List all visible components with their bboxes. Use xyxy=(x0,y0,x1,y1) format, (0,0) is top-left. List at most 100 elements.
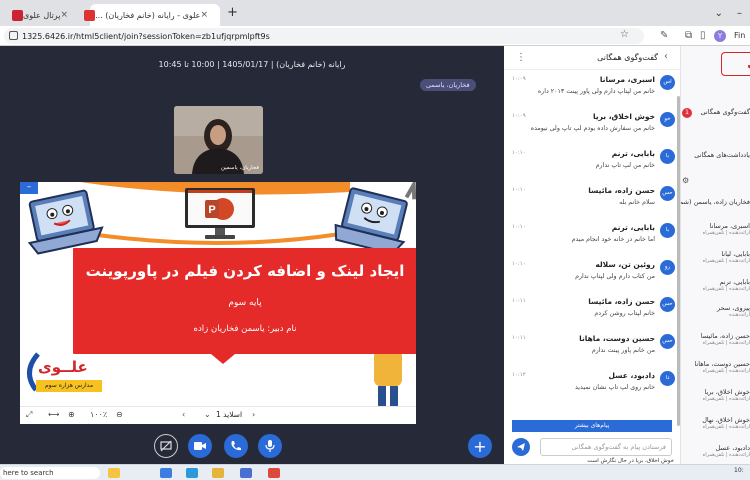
extensions-icon[interactable]: ✎ xyxy=(660,30,668,41)
side-panel-icon[interactable]: ▯ xyxy=(700,30,706,41)
user-item[interactable]: حسین دوست، ماهانا ارائه‌دهنده | تلفن‌همرا… xyxy=(681,360,750,374)
chat-scrollbar[interactable] xyxy=(677,96,680,426)
new-tab-button[interactable]: + xyxy=(227,5,238,20)
sender-name: بابایی، ترنم xyxy=(611,223,655,232)
chat-message-list[interactable]: اس اسبری، مرسانا ۱۰:۰۹ خانم من لپتاپ دار… xyxy=(504,72,681,418)
slide-title-banner: ایجاد لینک و اضافه کردن فیلم در پاورپوین… xyxy=(73,248,416,364)
slide-heading: ایجاد لینک و اضافه کردن فیلم در پاورپوین… xyxy=(85,262,405,280)
message-time: ۱۰:۱۰ xyxy=(512,150,526,156)
user-item[interactable]: بابایی، ترنم ارائه‌دهنده | تلفن‌همراه xyxy=(681,278,750,292)
user-item[interactable]: دادبود، عسل ارائه‌دهنده | تلفن‌همراه xyxy=(681,444,750,458)
user-item[interactable]: بابایی، لیانا ارائه‌دهنده | تلفن‌همراه xyxy=(681,250,750,264)
user-avatar: حس xyxy=(660,334,675,349)
sender-name: روئین تن، سلاله xyxy=(595,260,655,269)
user-avatar: با xyxy=(660,223,675,238)
message-time: ۱۰:۱۱ xyxy=(512,298,526,304)
user-item[interactable]: پیروی، سحر ارائه‌دهنده xyxy=(681,304,750,318)
share-screen-button[interactable] xyxy=(154,434,178,458)
camera-button[interactable] xyxy=(188,434,212,458)
user-name: اسبری، مرسانا xyxy=(709,222,750,230)
tab-search-icon[interactable]: ⌄ xyxy=(715,8,723,19)
bookmark-star-icon[interactable]: ☆ xyxy=(620,29,629,40)
chrome-icon[interactable] xyxy=(268,468,280,478)
minimize-presentation-button[interactable]: – xyxy=(20,182,38,194)
user-name: خوش اخلاق، نهال xyxy=(702,416,750,424)
alavi-favicon-icon xyxy=(84,9,96,21)
edge-icon[interactable] xyxy=(186,468,198,478)
alavi-favicon-icon xyxy=(11,9,23,21)
message-time: ۱۰:۰۹ xyxy=(512,76,526,82)
slide-grade: پایه سوم xyxy=(228,298,262,308)
close-tab-icon[interactable]: × xyxy=(60,10,68,20)
sender-name: بابایی، ترنم xyxy=(611,149,655,158)
sender-name: حسن زاده، مائیسا xyxy=(588,297,655,306)
public-chat-entry[interactable]: گفت‌وگوی همگانی xyxy=(681,108,750,116)
user-item[interactable]: اسبری، مرسانا ارائه‌دهنده | تلفن‌همراه xyxy=(681,222,750,236)
webcam-video[interactable]: فخاریان، یاسمین xyxy=(174,106,263,174)
chat-message: دا دادبود، عسل ۱۰:۱۲ خانم روی لپ تاپ نشا… xyxy=(504,368,681,405)
chat-header: ⋮ گفت‌وگوی همگانی ‹ xyxy=(504,46,681,70)
windows-taskbar: here to search 10: xyxy=(0,464,750,480)
taskbar-search[interactable]: here to search xyxy=(0,467,100,479)
zoom-out-icon[interactable]: ⊖ xyxy=(116,410,123,419)
more-messages-button[interactable]: پیام‌های بیشتر xyxy=(512,420,672,432)
user-name: پیروی، سحر xyxy=(717,304,750,312)
address-bar[interactable]: 1325.6426.ir/html5client/join?sessionTok… xyxy=(4,28,644,44)
presentation-slide: P ایجاد لینک و اضافه کردن فیلم در پاورپو… xyxy=(20,182,416,424)
actions-plus-button[interactable]: + xyxy=(468,434,492,458)
message-time: ۱۰:۱۰ xyxy=(512,187,526,193)
browser-tab-portal[interactable]: × پرتال علوی xyxy=(8,4,78,26)
user-name: دادبود، عسل xyxy=(715,444,750,452)
slide-selector[interactable]: اسلاید 1 xyxy=(216,410,242,419)
user-item[interactable]: فخاریان زاده، یاسمن (شما) xyxy=(681,198,750,206)
powerpoint-illustration: P xyxy=(183,186,257,242)
next-slide-icon[interactable]: ‹ xyxy=(182,410,185,419)
public-chat-panel: ⋮ گفت‌وگوی همگانی ‹ اس اسبری، مرسانا ۱۰:… xyxy=(504,46,681,464)
user-item[interactable]: خوش اخلاق، نهال ارائه‌دهنده | تلفن‌همراه xyxy=(681,416,750,430)
profile-label[interactable]: Fin xyxy=(734,31,745,40)
chat-close-icon[interactable]: ‹ xyxy=(664,51,668,62)
user-item[interactable]: خوش اخلاق، بریا ارائه‌دهنده | تلفن‌همراه xyxy=(681,388,750,402)
close-tab-icon[interactable]: × xyxy=(200,10,208,20)
user-settings-gear-icon[interactable]: ⚙ xyxy=(682,176,689,185)
downloads-icon[interactable]: ⧉ xyxy=(685,30,692,41)
user-item[interactable]: حسن زاده، مائیسا ارائه‌دهنده | تلفن‌همراه xyxy=(681,332,750,346)
message-time: ۱۰:۰۹ xyxy=(512,113,526,119)
send-message-button[interactable] xyxy=(512,438,530,456)
meeting-title: رایانه (خانم فخاریان) | 1405/01/17 | 10:… xyxy=(158,60,346,69)
previous-slide-icon[interactable]: › xyxy=(252,410,255,419)
chat-options-icon[interactable]: ⋮ xyxy=(516,52,526,63)
message-text: خانم لپتاب روشن کردم xyxy=(594,310,655,317)
message-time: ۱۰:۱۱ xyxy=(512,335,526,341)
start-icon[interactable] xyxy=(160,468,172,478)
store-icon[interactable] xyxy=(240,468,252,478)
user-list-panel: علـوی 1 گفت‌وگوی همگانی یادداشت‌های همگا… xyxy=(681,46,750,464)
minimize-window-icon[interactable]: – xyxy=(737,8,742,19)
taskbar-clock: 10: xyxy=(734,467,744,474)
widgets-icon[interactable] xyxy=(108,468,120,478)
browser-tab-strip: × پرتال علوی × علوی - رایانه (خانم فخاری… xyxy=(0,0,750,26)
user-role: ارائه‌دهنده | تلفن‌همراه xyxy=(702,286,750,292)
fit-width-icon[interactable]: ⟷ xyxy=(48,410,59,419)
browser-tab-meeting[interactable]: × علوی - رایانه (خانم فخاریان) ... xyxy=(84,4,220,26)
fullscreen-icon[interactable]: ⤢ xyxy=(26,410,32,420)
slide-dropdown-icon[interactable]: ⌄ xyxy=(204,410,211,419)
profile-avatar[interactable]: Y xyxy=(714,30,726,42)
zoom-in-icon[interactable]: ⊕ xyxy=(68,410,75,419)
chat-message: حس حسن زاده، مائیسا ۱۰:۱۱ خانم لپتاب روش… xyxy=(504,294,681,331)
microphone-button[interactable] xyxy=(258,434,282,458)
chat-message-input[interactable]: فرستادن پیام به گفت‌وگوی همگانی xyxy=(540,438,672,456)
window-controls: ⌄ – xyxy=(707,0,750,26)
shared-notes-entry[interactable]: یادداشت‌های همگانی xyxy=(681,151,750,159)
screen: { "browser": { "tabs": [ {"label": "پرتا… xyxy=(0,0,750,480)
file-explorer-icon[interactable] xyxy=(212,468,224,478)
chat-message: رو روئین تن، سلاله ۱۰:۱۰ من کتاب دارم ول… xyxy=(504,257,681,294)
leave-audio-button[interactable] xyxy=(224,434,248,458)
site-info-icon[interactable] xyxy=(9,31,18,40)
svg-text:P: P xyxy=(208,204,215,216)
zoom-level: ۱۰۰٪ xyxy=(90,410,108,419)
talking-indicator[interactable]: فخاریان، یاسمی xyxy=(420,79,476,91)
user-role: ارائه‌دهنده xyxy=(729,312,750,318)
sender-name: دادبود، عسل xyxy=(608,371,655,380)
user-role: ارائه‌دهنده | تلفن‌همراه xyxy=(702,424,750,430)
